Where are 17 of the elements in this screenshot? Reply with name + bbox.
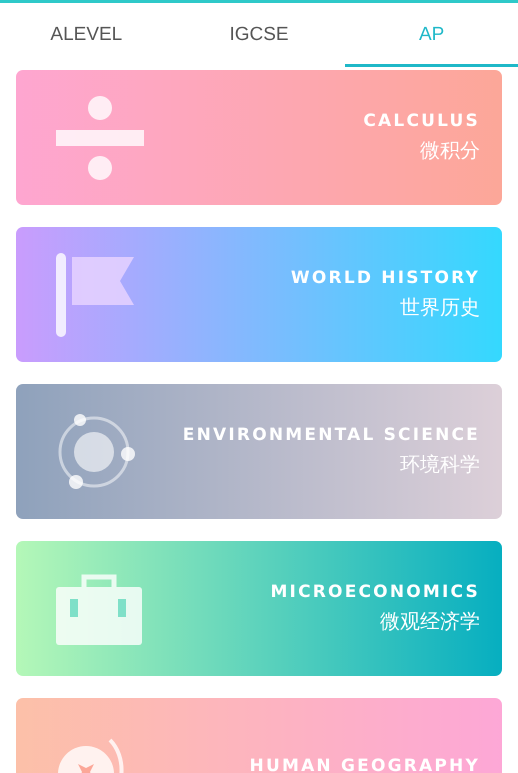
course-subtitle: 微积分	[420, 139, 480, 164]
tab[interactable]: AP	[345, 3, 518, 67]
course-title: MICROECONOMICS	[270, 582, 480, 602]
course-card[interactable]: HUMAN GEOGRAPHY	[16, 698, 502, 773]
course-subtitle: 微观经济学	[380, 610, 480, 635]
toolbox-icon	[56, 572, 142, 644]
course-card[interactable]: CALCULUS 微积分	[16, 70, 502, 205]
course-title: CALCULUS	[363, 111, 480, 131]
tab[interactable]: IGCSE	[172, 3, 346, 67]
course-subtitle: 世界历史	[400, 296, 480, 321]
course-card[interactable]: WORLD HISTORY 世界历史	[16, 227, 502, 362]
course-title: HUMAN GEOGRAPHY	[250, 756, 480, 773]
course-title: WORLD HISTORY	[290, 268, 480, 288]
course-title: ENVIRONMENTAL SCIENCE	[182, 425, 480, 445]
course-card[interactable]: MICROECONOMICS 微观经济学	[16, 541, 502, 676]
tab[interactable]: ALEVEL	[0, 3, 173, 67]
divide-icon	[56, 96, 146, 180]
